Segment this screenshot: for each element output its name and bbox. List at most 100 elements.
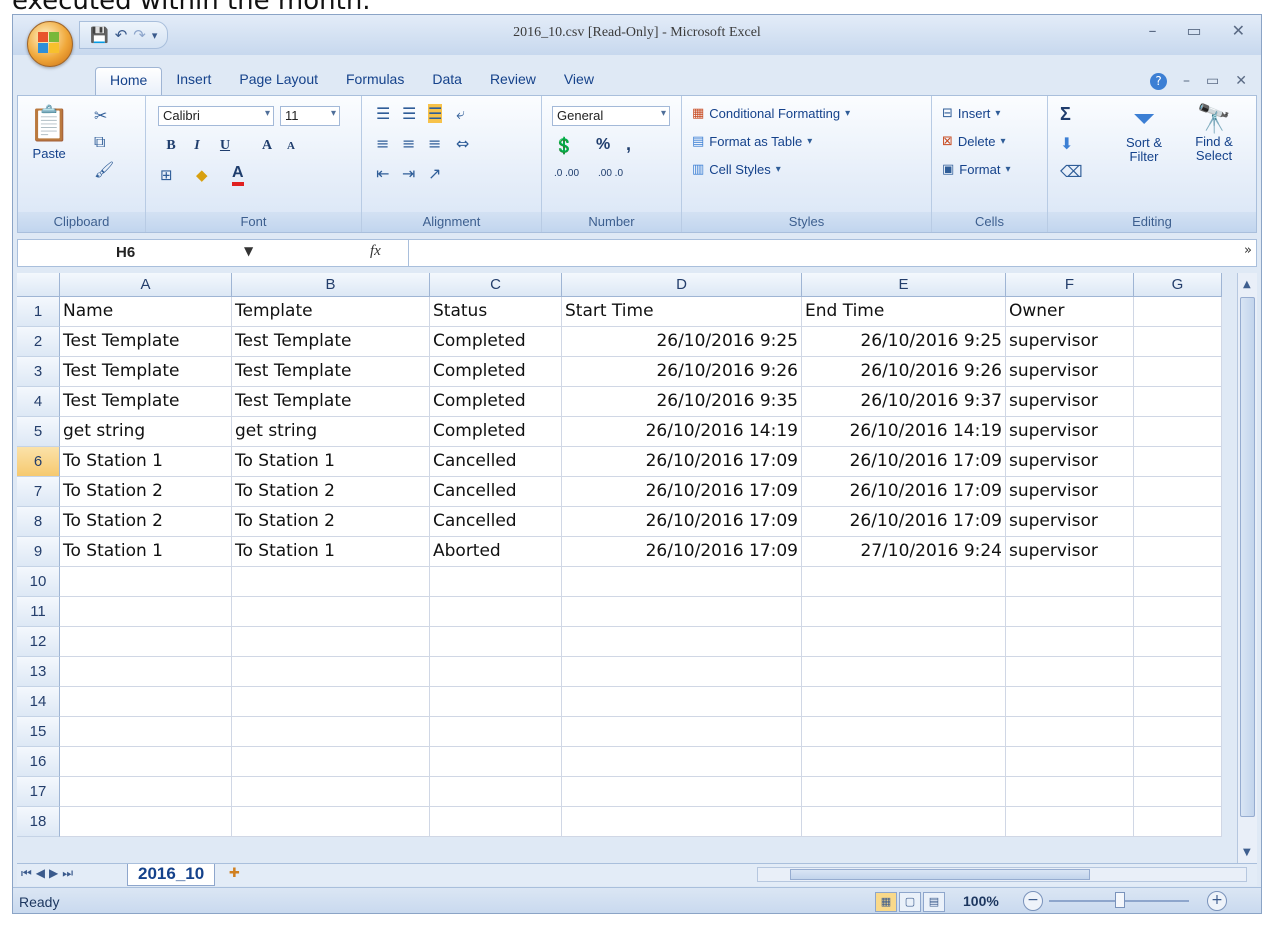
cell-a13[interactable] xyxy=(60,657,232,687)
tab-view[interactable]: View xyxy=(550,67,608,95)
cell-b6[interactable]: To Station 1 xyxy=(232,447,430,477)
number-format-combo[interactable]: General ▾ xyxy=(552,106,670,126)
row-header[interactable]: 14 xyxy=(17,687,60,717)
cell-c2[interactable]: Completed xyxy=(430,327,562,357)
cut-icon[interactable]: ✂ xyxy=(94,106,107,125)
cell-g10[interactable] xyxy=(1134,567,1222,597)
fill-icon[interactable]: ⬇ xyxy=(1060,134,1073,153)
cell-b16[interactable] xyxy=(232,747,430,777)
cell-b9[interactable]: To Station 1 xyxy=(232,537,430,567)
row-header[interactable]: 2 xyxy=(17,327,60,357)
cell-a11[interactable] xyxy=(60,597,232,627)
format-painter-icon[interactable]: 🖌 xyxy=(94,160,114,179)
row-header[interactable]: 12 xyxy=(17,627,60,657)
cell-c11[interactable] xyxy=(430,597,562,627)
vertical-scroll-thumb[interactable] xyxy=(1240,297,1255,817)
close-button[interactable]: ✕ xyxy=(1232,21,1245,40)
cell-b12[interactable] xyxy=(232,627,430,657)
align-right-icon[interactable]: ≡ xyxy=(428,134,441,153)
cell-e2[interactable]: 26/10/2016 9:25 xyxy=(802,327,1006,357)
help-icon[interactable]: ? xyxy=(1150,73,1168,90)
workbook-restore-button[interactable]: ▭ xyxy=(1206,73,1219,90)
row-header[interactable]: 15 xyxy=(17,717,60,747)
decrease-indent-icon[interactable]: ⇤ xyxy=(376,164,389,183)
cell-e18[interactable] xyxy=(802,807,1006,837)
cell-d10[interactable] xyxy=(562,567,802,597)
page-layout-view-icon[interactable]: ▢ xyxy=(899,892,921,912)
zoom-out-icon[interactable]: − xyxy=(1023,891,1043,911)
wrap-text-icon[interactable]: ⤶ xyxy=(456,104,465,124)
cell-g11[interactable] xyxy=(1134,597,1222,627)
sheet-tab-2016-10[interactable]: 2016_10 xyxy=(127,864,216,886)
cell-e6[interactable]: 26/10/2016 17:09 xyxy=(802,447,1006,477)
page-break-view-icon[interactable]: ▤ xyxy=(923,892,945,912)
cell-a14[interactable] xyxy=(60,687,232,717)
cell-b11[interactable] xyxy=(232,597,430,627)
column-header-f[interactable]: F xyxy=(1006,273,1134,297)
cell-f13[interactable] xyxy=(1006,657,1134,687)
cell-a15[interactable] xyxy=(60,717,232,747)
borders-icon[interactable]: ⊞ xyxy=(160,166,173,184)
column-header-e[interactable]: E xyxy=(802,273,1006,297)
column-header-a[interactable]: A xyxy=(60,273,232,297)
cell-f11[interactable] xyxy=(1006,597,1134,627)
row-header[interactable]: 13 xyxy=(17,657,60,687)
cell-a6[interactable]: To Station 1 xyxy=(60,447,232,477)
font-size-combo[interactable]: 11 ▾ xyxy=(280,106,340,126)
cell-e10[interactable] xyxy=(802,567,1006,597)
row-header[interactable]: 11 xyxy=(17,597,60,627)
cell-e14[interactable] xyxy=(802,687,1006,717)
minimize-button[interactable]: – xyxy=(1148,21,1156,40)
scroll-up-icon[interactable]: ▲ xyxy=(1243,279,1251,290)
font-color-icon[interactable]: A xyxy=(232,164,244,186)
column-header-g[interactable]: G xyxy=(1134,273,1222,297)
decrease-decimal-button[interactable]: .00 .0 xyxy=(598,168,623,179)
expand-formula-bar-icon[interactable]: » xyxy=(1244,243,1252,258)
row-header[interactable]: 18 xyxy=(17,807,60,837)
vertical-scrollbar[interactable]: ▲ ▼ xyxy=(1237,273,1257,863)
tab-data[interactable]: Data xyxy=(418,67,476,95)
cell-b5[interactable]: get string xyxy=(232,417,430,447)
cell-d5[interactable]: 26/10/2016 14:19 xyxy=(562,417,802,447)
row-header[interactable]: 16 xyxy=(17,747,60,777)
row-header[interactable]: 3 xyxy=(17,357,60,387)
workbook-close-button[interactable]: ✕ xyxy=(1235,73,1247,90)
cell-c8[interactable]: Cancelled xyxy=(430,507,562,537)
increase-indent-icon[interactable]: ⇥ xyxy=(402,164,415,183)
cell-e1[interactable]: End Time xyxy=(802,297,1006,327)
cell-f17[interactable] xyxy=(1006,777,1134,807)
tab-home[interactable]: Home xyxy=(95,67,163,95)
cell-b15[interactable] xyxy=(232,717,430,747)
cell-c9[interactable]: Aborted xyxy=(430,537,562,567)
cell-e3[interactable]: 26/10/2016 9:26 xyxy=(802,357,1006,387)
cell-g4[interactable] xyxy=(1134,387,1222,417)
cell-e13[interactable] xyxy=(802,657,1006,687)
align-left-icon[interactable]: ≡ xyxy=(376,134,389,153)
cell-d12[interactable] xyxy=(562,627,802,657)
office-button[interactable] xyxy=(27,21,73,67)
underline-button[interactable]: U xyxy=(214,136,236,156)
normal-view-icon[interactable]: ▦ xyxy=(875,892,897,912)
accounting-format-icon[interactable]: 💲 xyxy=(554,136,574,155)
cell-c7[interactable]: Cancelled xyxy=(430,477,562,507)
cell-d14[interactable] xyxy=(562,687,802,717)
cell-f4[interactable]: supervisor xyxy=(1006,387,1134,417)
column-header-b[interactable]: B xyxy=(232,273,430,297)
tab-insert[interactable]: Insert xyxy=(162,67,225,95)
name-box[interactable]: H6 xyxy=(18,240,228,266)
cell-d7[interactable]: 26/10/2016 17:09 xyxy=(562,477,802,507)
row-header[interactable]: 7 xyxy=(17,477,60,507)
format-as-table-button[interactable]: ▤ Format as Table ▾ xyxy=(692,134,812,149)
zoom-slider-thumb[interactable] xyxy=(1115,892,1125,908)
cell-g6[interactable] xyxy=(1134,447,1222,477)
align-top-icon[interactable]: ☰ xyxy=(376,104,390,123)
cell-f1[interactable]: Owner xyxy=(1006,297,1134,327)
merge-center-icon[interactable]: ⇔ xyxy=(456,134,469,153)
shrink-font-button[interactable]: A xyxy=(280,136,302,156)
orientation-icon[interactable]: ↗ xyxy=(428,164,441,183)
cell-d8[interactable]: 26/10/2016 17:09 xyxy=(562,507,802,537)
cell-d17[interactable] xyxy=(562,777,802,807)
cell-c13[interactable] xyxy=(430,657,562,687)
cell-b2[interactable]: Test Template xyxy=(232,327,430,357)
cell-c1[interactable]: Status xyxy=(430,297,562,327)
